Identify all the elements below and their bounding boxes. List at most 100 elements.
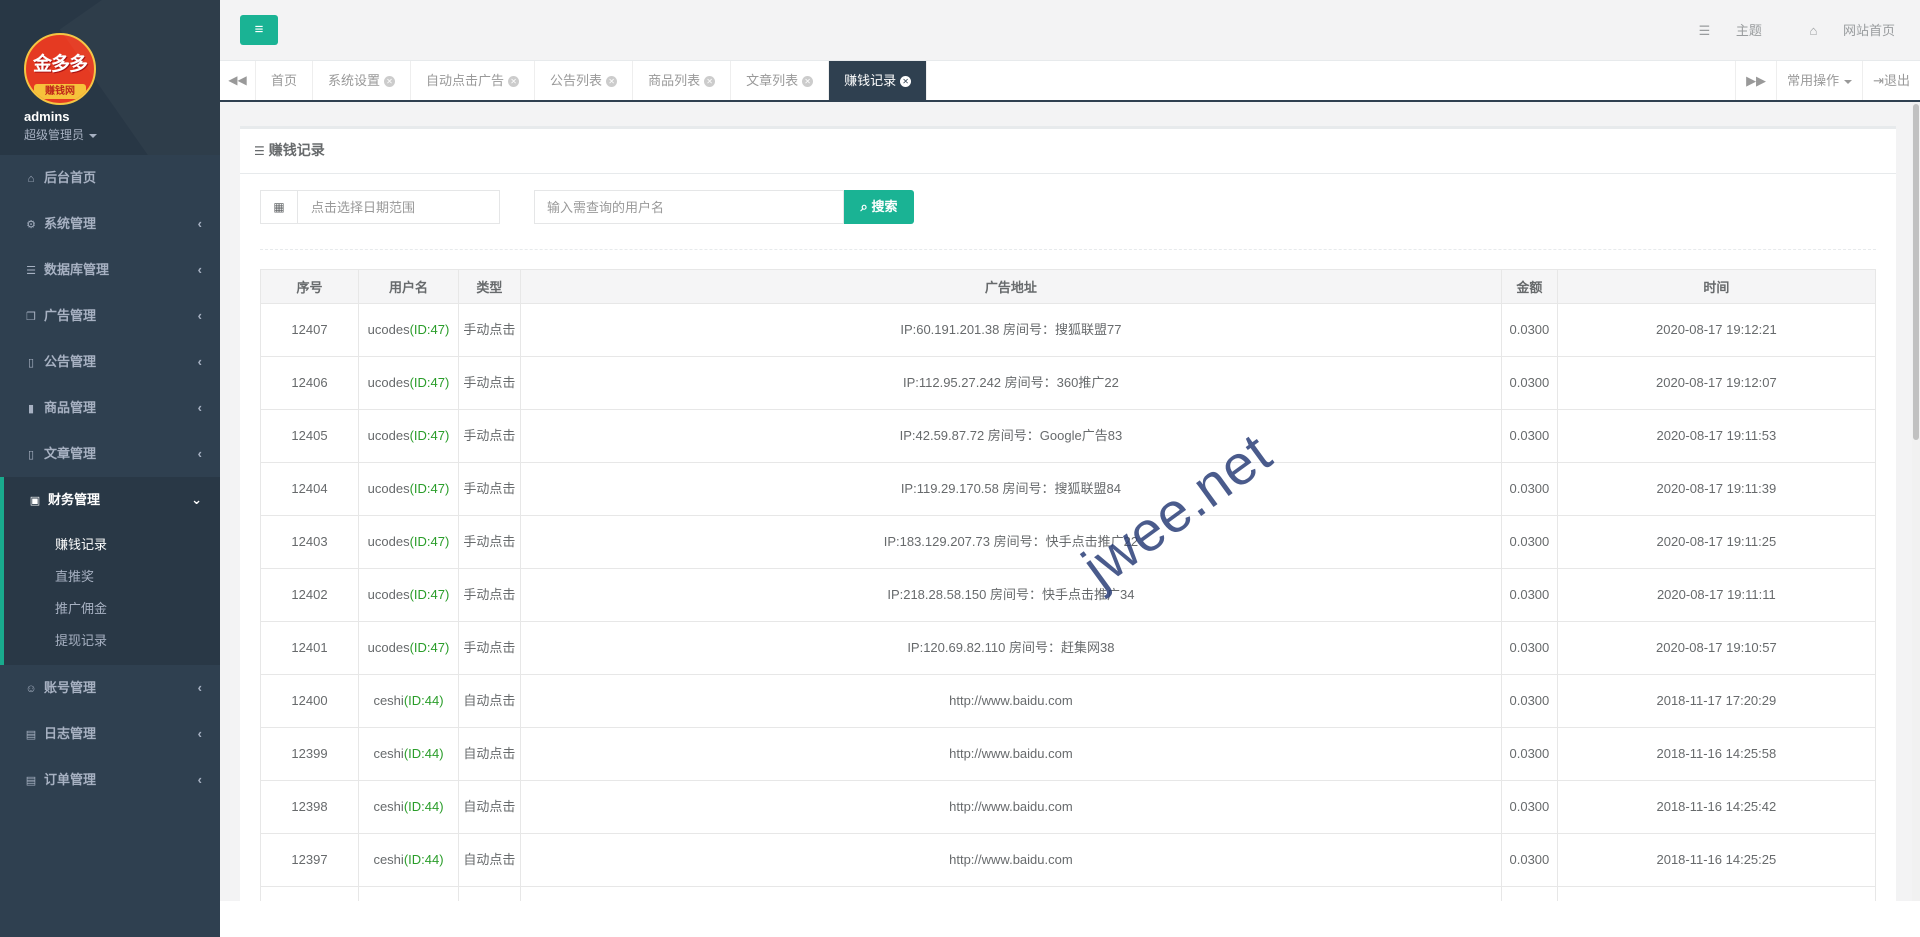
cell-ad-address: IP:60.191.201.38 房间号：搜狐联盟77 — [519, 303, 1503, 357]
logout-button[interactable]: ⇥退出 — [1862, 61, 1920, 100]
cell-username — [357, 886, 460, 901]
sidebar-item-dashboard[interactable]: ⌂ 后台首页 — [0, 155, 220, 201]
cell-id: 12399 — [260, 727, 359, 781]
sidebar-item-notices[interactable]: ▯ 公告管理 ‹ — [0, 339, 220, 385]
column-header-type[interactable]: 类型 — [458, 269, 521, 304]
cell-time: 2018-11-16 14:25:58 — [1556, 727, 1877, 781]
cell-ad-address: http://www.baidu.com — [519, 674, 1503, 728]
sidebar-subitem-direct-reward[interactable]: 直推奖 — [4, 561, 220, 593]
tab-product-list[interactable]: 商品列表 ✕ — [633, 61, 732, 100]
tabs-scroll-right-button[interactable]: ▶▶ — [1735, 61, 1776, 100]
sidebar-item-ads[interactable]: ❐ 广告管理 ‹ — [0, 293, 220, 339]
column-header-time[interactable]: 时间 — [1556, 269, 1877, 304]
sidebar-item-finance[interactable]: ▣ 财务管理 ⌄ — [0, 477, 220, 523]
divider — [260, 249, 1876, 250]
content-area: ☰赚钱记录 ▦ ⌕ 搜索 序号 用户名 类型 广告地址 金额 时间 — [220, 102, 1920, 901]
tab-article-list[interactable]: 文章列表 ✕ — [731, 61, 830, 100]
table-row: 12402 ucodes(ID:47) 手动点击 IP:218.28.58.150 房… — [260, 568, 1877, 622]
sidebar-item-logs[interactable]: ▤ 日志管理 ‹ — [0, 711, 220, 757]
tab-label: 文章列表 — [746, 73, 799, 88]
sidebar-item-database[interactable]: ☰ 数据库管理 ‹ — [0, 247, 220, 293]
close-icon[interactable]: ✕ — [606, 76, 618, 88]
sidebar-item-articles[interactable]: ▯ 文章管理 ‹ — [0, 431, 220, 477]
cell-time: 2020-08-17 19:10:57 — [1556, 621, 1877, 675]
cell-amount — [1501, 886, 1558, 901]
close-icon[interactable]: ✕ — [900, 76, 912, 88]
username-search-input[interactable] — [534, 190, 844, 224]
sidebar-subitem-earnings[interactable]: 赚钱记录 — [4, 529, 220, 561]
cell-amount: 0.0300 — [1501, 727, 1558, 781]
cell-username: ucodes(ID:47) — [357, 515, 460, 569]
avatar-logo-band: 赚钱网 — [34, 84, 86, 99]
tabs-right-controls: ▶▶ 常用操作 ⇥退出 — [1735, 61, 1920, 100]
cell-username: ucodes(ID:47) — [357, 303, 460, 357]
sidebar-item-orders[interactable]: ▤ 订单管理 ‹ — [0, 757, 220, 803]
profile-role-dropdown[interactable]: 超级管理员 — [24, 126, 98, 143]
chevron-left-icon: ‹ — [197, 680, 202, 695]
column-header-ad-address[interactable]: 广告地址 — [519, 269, 1503, 304]
panel-title: ☰ 赚钱记录 — [240, 129, 1896, 174]
date-range-input[interactable] — [299, 191, 499, 223]
column-header-amount[interactable]: 金额 — [1501, 269, 1558, 304]
table-header-row: 序号 用户名 类型 广告地址 金额 时间 — [260, 269, 1877, 304]
sidebar-item-label: 订单管理 — [44, 772, 97, 787]
column-header-id[interactable]: 序号 — [260, 269, 359, 304]
top-right-links: ☰ 主题 ⌂ 网站首页 — [1655, 0, 1895, 61]
list-icon: ☰ — [254, 144, 265, 158]
search-button[interactable]: ⌕ 搜索 — [844, 190, 914, 224]
site-home-link[interactable]: ⌂ 网站首页 — [1788, 23, 1895, 38]
tab-system-settings[interactable]: 系统设置 ✕ — [313, 61, 412, 100]
sidebar-item-label: 账号管理 — [44, 680, 97, 695]
close-icon[interactable]: ✕ — [384, 76, 396, 88]
username-text: ceshi — [373, 746, 404, 761]
close-icon[interactable]: ✕ — [802, 76, 814, 88]
cell-ad-address: IP:119.29.170.58 房间号：搜狐联盟84 — [519, 462, 1503, 516]
finance-submenu: 赚钱记录 直推奖 推广佣金 提现记录 — [0, 523, 220, 665]
tab-home[interactable]: 首页 — [256, 61, 314, 100]
close-icon[interactable]: ✕ — [704, 76, 716, 88]
earnings-table: 序号 用户名 类型 广告地址 金额 时间 12407 ucodes(ID:47) 手… — [260, 269, 1877, 901]
cell-amount: 0.0300 — [1501, 568, 1558, 622]
sidebar-item-label: 日志管理 — [44, 726, 97, 741]
cell-time: 2018-11-17 17:20:29 — [1556, 674, 1877, 728]
avatar[interactable]: 金多多 赚钱网 — [24, 33, 96, 105]
table-row: 12401 ucodes(ID:47) 手动点击 IP:120.69.82.110 房… — [260, 621, 1877, 675]
cell-username: ucodes(ID:47) — [357, 409, 460, 463]
table-row: 12404 ucodes(ID:47) 手动点击 IP:119.29.170.58 房… — [260, 462, 1877, 516]
sidebar-toggle-button[interactable]: ≡ — [240, 15, 278, 45]
cell-username: ceshi(ID:44) — [357, 780, 460, 834]
sidebar-subitem-commission[interactable]: 推广佣金 — [4, 593, 220, 625]
tab-auto-click-ads[interactable]: 自动点击广告 ✕ — [411, 61, 536, 100]
cell-ad-address: http://www.baidu.com — [519, 780, 1503, 834]
sidebar-item-accounts[interactable]: ☺ 账号管理 ‹ — [0, 665, 220, 711]
cell-amount: 0.0300 — [1501, 780, 1558, 834]
tab-label: 系统设置 — [328, 73, 381, 88]
gear-icon: ⚙ — [26, 219, 36, 231]
table-row: 12398 ceshi(ID:44) 自动点击 http://www.baidu.co… — [260, 780, 1877, 834]
cell-ad-address: http://www.baidu.com — [519, 727, 1503, 781]
tab-earnings-records[interactable]: 赚钱记录 ✕ — [829, 61, 928, 100]
content-scrollbar-thumb[interactable] — [1913, 104, 1919, 440]
username-text: ucodes — [367, 322, 410, 337]
cell-time: 2020-08-17 19:11:39 — [1556, 462, 1877, 516]
table-row: 12405 ucodes(ID:47) 手动点击 IP:42.59.87.72 房间号… — [260, 409, 1877, 463]
sidebar-item-products[interactable]: ▮ 商品管理 ‹ — [0, 385, 220, 431]
panel-title-text: 赚钱记录 — [268, 142, 325, 158]
sidebar-subitem-withdrawals[interactable]: 提现记录 — [4, 625, 220, 657]
user-icon: ☺ — [25, 683, 37, 695]
common-operations-dropdown[interactable]: 常用操作 — [1776, 61, 1862, 100]
cell-amount: 0.0300 — [1501, 409, 1558, 463]
hamburger-icon: ≡ — [254, 21, 264, 38]
sidebar-item-label: 财务管理 — [48, 492, 101, 507]
column-header-username[interactable]: 用户名 — [357, 269, 460, 304]
sidebar-item-label: 公告管理 — [44, 354, 97, 369]
tab-notice-list[interactable]: 公告列表 ✕ — [535, 61, 634, 100]
home-icon: ⌂ — [1809, 23, 1821, 38]
cell-id: 12407 — [260, 303, 359, 357]
cell-id: 12397 — [260, 833, 359, 887]
sidebar-item-system[interactable]: ⚙ 系统管理 ‹ — [0, 201, 220, 247]
table-row: 12397 ceshi(ID:44) 自动点击 http://www.baidu.co… — [260, 833, 1877, 887]
theme-link[interactable]: ☰ 主题 — [1677, 23, 1762, 38]
tabs-scroll-left-button[interactable]: ◀◀ — [220, 61, 256, 100]
close-icon[interactable]: ✕ — [508, 76, 520, 88]
